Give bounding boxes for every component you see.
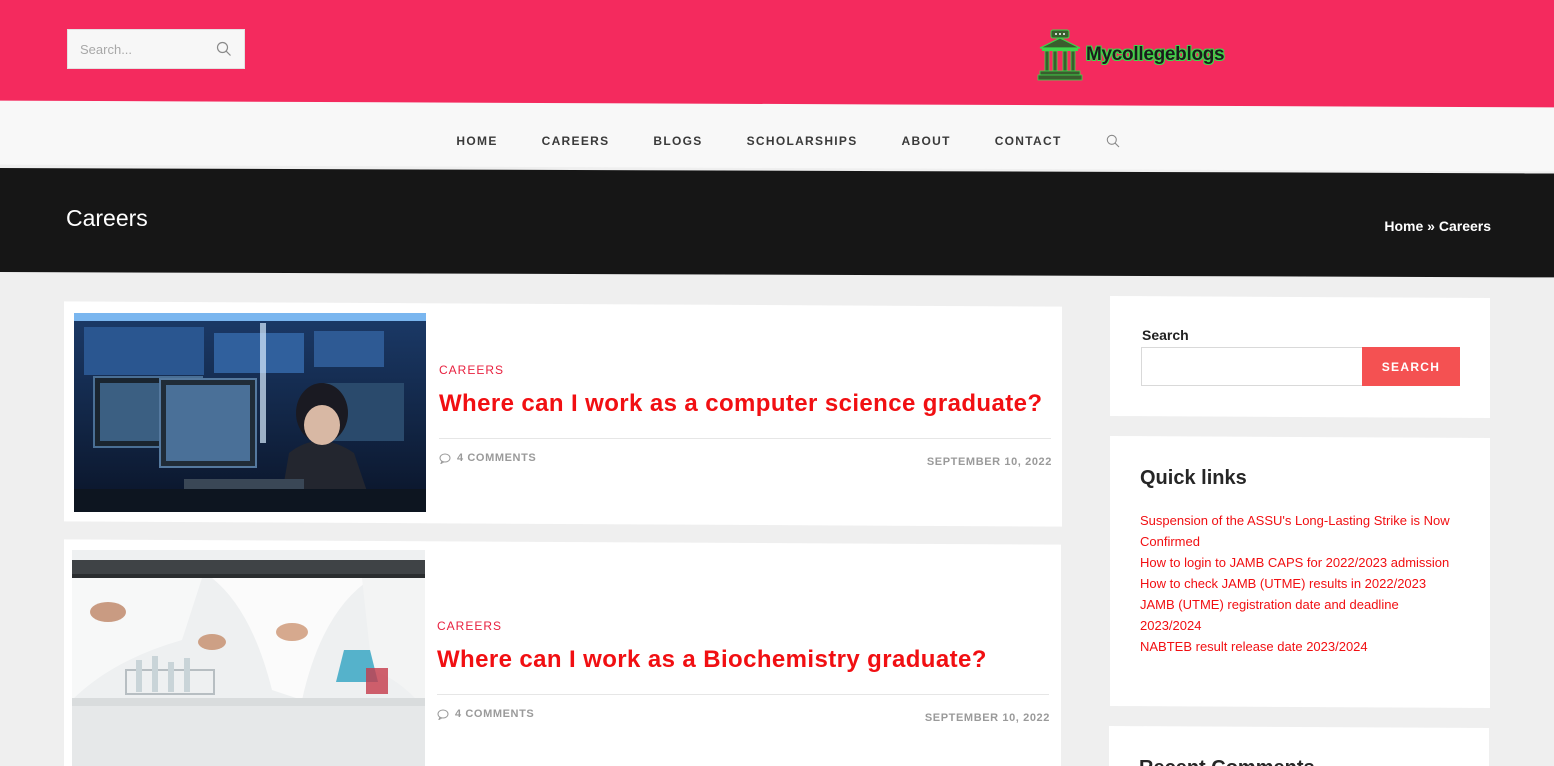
post-date: SEPTEMBER 10, 2022 [924, 712, 1050, 724]
post-comments-count: 4 COMMENTS [455, 708, 535, 720]
comment-icon [439, 453, 451, 464]
header-search-box[interactable] [67, 29, 245, 69]
post-category[interactable]: CAREERS [439, 363, 504, 377]
quick-link[interactable]: NABTEB result release date 2023/2024 [1140, 639, 1368, 654]
quick-links-list: Suspension of the ASSU's Long-Lasting St… [1140, 510, 1450, 657]
quick-link[interactable]: JAMB (UTME) registration date and deadli… [1140, 597, 1399, 633]
lab-scientists-image [72, 550, 425, 766]
comment-icon [437, 709, 449, 720]
recent-comments-title: Recent Comments [1139, 757, 1315, 766]
post-divider [439, 438, 1051, 439]
breadcrumb-separator: » [1423, 218, 1439, 234]
post-divider [437, 694, 1049, 695]
list-item: Suspension of the ASSU's Long-Lasting St… [1140, 510, 1450, 552]
sidebar-search-button[interactable]: SEARCH [1362, 347, 1460, 386]
quick-links-title: Quick links [1140, 467, 1247, 489]
quick-link[interactable]: Suspension of the ASSU's Long-Lasting St… [1140, 513, 1450, 549]
site-logo[interactable]: Mycollegeblogs [1036, 28, 1225, 84]
quick-link[interactable]: How to check JAMB (UTME) results in 2022… [1140, 576, 1426, 591]
post-category[interactable]: CAREERS [437, 619, 502, 633]
office-workers-at-computers-image [74, 313, 426, 512]
list-item: How to check JAMB (UTME) results in 2022… [1140, 573, 1450, 594]
list-item: JAMB (UTME) registration date and deadli… [1140, 594, 1450, 636]
page-title-band [0, 168, 1554, 278]
post-thumbnail[interactable] [72, 550, 425, 766]
breadcrumb-home-link[interactable]: Home [1384, 218, 1423, 234]
breadcrumb: Home » Careers [1384, 218, 1491, 234]
post-title[interactable]: Where can I work as a Biochemistry gradu… [437, 646, 987, 674]
post-comments-count: 4 COMMENTS [457, 452, 537, 464]
search-icon[interactable] [216, 41, 232, 57]
nav-about[interactable]: ABOUT [902, 134, 951, 148]
main-nav: HOME CAREERS BLOGS SCHOLARSHIPS ABOUT CO… [0, 113, 1554, 169]
sidebar-search-input[interactable] [1141, 347, 1363, 386]
nav-search-icon[interactable] [1106, 134, 1120, 148]
logo-text: Mycollegeblogs [1086, 44, 1225, 65]
nav-careers[interactable]: CAREERS [542, 134, 610, 148]
nav-home[interactable]: HOME [456, 134, 497, 148]
post-title[interactable]: Where can I work as a computer science g… [439, 390, 1042, 418]
header-search-input[interactable] [68, 30, 208, 68]
breadcrumb-current: Careers [1438, 218, 1491, 234]
college-building-icon [1037, 29, 1083, 81]
post-comments-link[interactable]: 4 COMMENTS [439, 452, 536, 464]
nav-scholarships[interactable]: SCHOLARSHIPS [747, 134, 858, 148]
list-item: How to login to JAMB CAPS for 2022/2023 … [1140, 552, 1450, 573]
list-item: NABTEB result release date 2023/2024 [1140, 636, 1450, 657]
quick-link[interactable]: How to login to JAMB CAPS for 2022/2023 … [1140, 555, 1449, 570]
search-widget-label: Search [1142, 327, 1189, 343]
post-thumbnail[interactable] [74, 313, 426, 512]
nav-blogs[interactable]: BLOGS [653, 134, 702, 148]
post-date: SEPTEMBER 10, 2022 [926, 456, 1052, 468]
nav-contact[interactable]: CONTACT [995, 134, 1062, 148]
page-title: Careers [66, 205, 148, 231]
post-comments-link[interactable]: 4 COMMENTS [437, 708, 534, 720]
